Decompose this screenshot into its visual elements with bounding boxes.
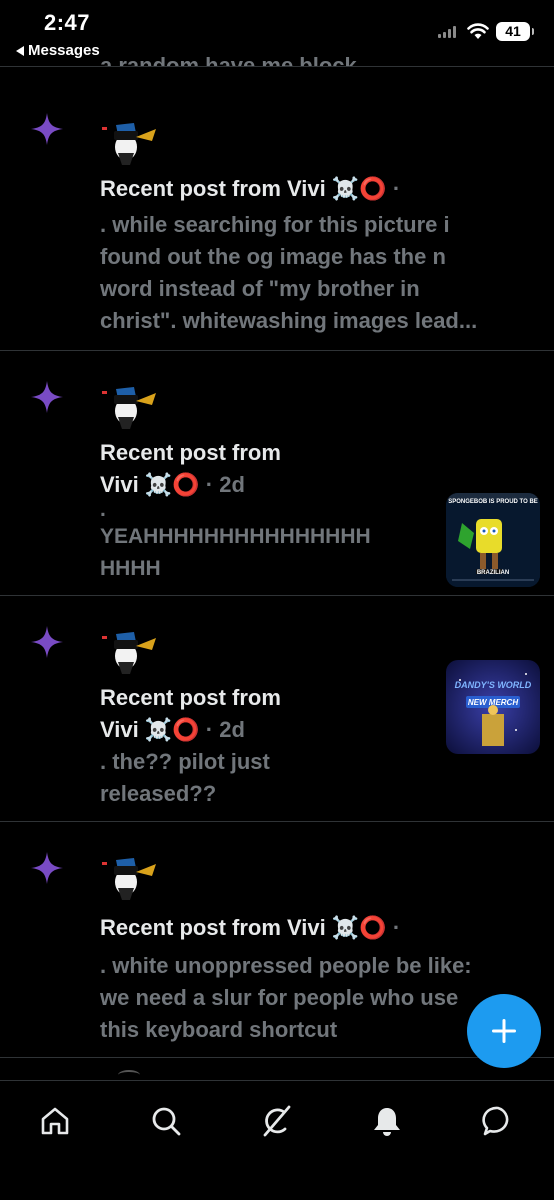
status-time: 2:47 xyxy=(44,10,91,35)
notification-meta: · xyxy=(392,176,401,201)
notification-title: Recent post from Vivi ☠️⭕ · 2d xyxy=(100,682,281,747)
sparkle-icon xyxy=(31,852,63,884)
tab-home[interactable] xyxy=(33,1099,77,1143)
notification-snippet: . YEAHHHHHHHHHHHHHHH HHHH xyxy=(100,499,371,585)
bell-icon xyxy=(374,1108,400,1136)
next-avatar-peek xyxy=(118,1070,140,1080)
snippet-line: released?? xyxy=(100,781,217,806)
tab-search[interactable] xyxy=(144,1099,188,1143)
thumbnail-caption: BRAZILIAN xyxy=(476,570,510,576)
post-thumbnail[interactable]: DANDY'S WORLD NEW MERCH xyxy=(446,660,540,754)
notification-snippet: . white unoppressed people be like: we n… xyxy=(100,950,472,1046)
bottom-tab-bar xyxy=(0,1080,554,1200)
notification-title-name: Vivi xyxy=(100,717,139,742)
snippet-line: YEAHHHHHHHHHHHHHHH xyxy=(100,525,371,548)
sparkle-icon xyxy=(31,626,63,658)
merch-thumbnail-image xyxy=(446,660,540,754)
compose-button[interactable] xyxy=(467,994,541,1068)
notification-emoji: ☠️⭕ xyxy=(144,718,200,743)
notification-snippet: . while searching for this picture i fou… xyxy=(100,209,477,337)
snippet-line: we need a slur for people who use xyxy=(100,985,459,1010)
status-bar: 2:47 Messages 41 a random have me block.… xyxy=(0,0,554,66)
avatar[interactable] xyxy=(100,628,158,676)
battery-indicator: 41 xyxy=(496,22,534,41)
notification-title-text: Recent post from xyxy=(100,685,281,710)
thumbnail-caption: NEW MERCH xyxy=(467,698,519,707)
notification-title-name: Vivi xyxy=(100,472,139,497)
notification-item[interactable]: Recent post from Vivi ☠️⭕ · 2d . YEAHHHH… xyxy=(0,351,554,596)
tab-notifications[interactable] xyxy=(365,1099,409,1143)
sparkle-icon xyxy=(31,113,63,145)
home-icon xyxy=(41,1107,69,1135)
notification-title-text: Recent post from xyxy=(100,440,281,465)
snippet-line: this keyboard shortcut xyxy=(100,1017,338,1042)
notification-emoji: ☠️⭕ xyxy=(331,177,387,202)
notification-emoji: ☠️⭕ xyxy=(144,473,200,498)
notification-item[interactable]: Recent post from Vivi ☠️⭕ · . while sear… xyxy=(0,67,554,351)
snippet-line: . xyxy=(100,498,106,521)
grok-icon xyxy=(263,1105,291,1137)
avatar[interactable] xyxy=(100,854,158,902)
notification-meta: · 2d xyxy=(205,717,245,742)
snippet-line: . the?? pilot just xyxy=(100,749,270,774)
notification-title: Recent post from Vivi ☠️⭕ · 2d xyxy=(100,437,281,502)
back-app-label: Messages xyxy=(28,42,100,59)
cellular-signal-icon xyxy=(438,26,456,38)
messages-icon xyxy=(482,1106,509,1136)
avatar[interactable] xyxy=(100,119,158,167)
thumbnail-heading: DANDY'S WORLD xyxy=(454,680,532,690)
notification-meta: · xyxy=(392,915,401,940)
tab-grok[interactable] xyxy=(254,1099,298,1143)
wifi-icon xyxy=(467,23,489,39)
search-icon xyxy=(152,1107,181,1136)
previous-post-cutoff: a random have me block... xyxy=(100,53,376,66)
notification-emoji: ☠️⭕ xyxy=(331,916,387,941)
snippet-line: christ". whitewashing images lead... xyxy=(100,308,478,333)
plus-icon xyxy=(492,1019,516,1043)
notification-title-text: Recent post from Vivi xyxy=(100,176,326,201)
notification-snippet: . the?? pilot just released?? xyxy=(100,746,270,810)
notification-title: Recent post from Vivi ☠️⭕ · xyxy=(100,173,400,206)
back-to-app-button[interactable]: Messages xyxy=(16,42,100,59)
snippet-line: . while searching for this picture i xyxy=(100,212,450,237)
snippet-line: . white unoppressed people be like: xyxy=(100,953,472,978)
sparkle-icon xyxy=(31,381,63,413)
notification-title: Recent post from Vivi ☠️⭕ · xyxy=(100,912,400,945)
snippet-line: found out the og image has the n xyxy=(100,244,446,269)
notification-title-text: Recent post from Vivi xyxy=(100,915,326,940)
post-thumbnail[interactable]: SPONGEBOB IS PROUD TO BE BRAZILIAN xyxy=(446,493,540,587)
snippet-line: word instead of "my brother in xyxy=(100,276,420,301)
notification-meta: · 2d xyxy=(205,472,245,497)
avatar[interactable] xyxy=(100,383,158,431)
thumbnail-heading: SPONGEBOB IS PROUD TO BE xyxy=(448,499,538,505)
tab-messages[interactable] xyxy=(476,1099,520,1143)
notification-item[interactable]: Recent post from Vivi ☠️⭕ · 2d . the?? p… xyxy=(0,596,554,822)
back-arrow-icon xyxy=(16,45,24,56)
snippet-line: HHHH xyxy=(100,557,161,580)
